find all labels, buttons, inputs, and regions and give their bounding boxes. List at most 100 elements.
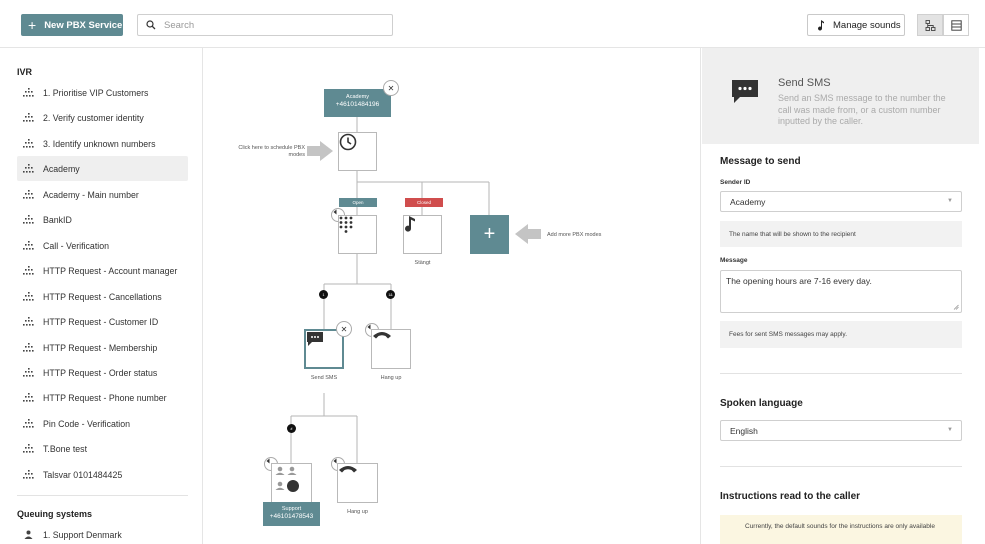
- spoken-language-heading: Spoken language: [720, 398, 803, 409]
- sidebar-item[interactable]: Call - Verification: [17, 233, 188, 258]
- send-sms-caption: Send SMS: [310, 375, 338, 381]
- sidebar-item[interactable]: 1. Prioritise VIP Customers: [17, 80, 188, 105]
- message-value: The opening hours are 7-16 every day.: [726, 276, 872, 286]
- sidebar: IVR 1. Prioritise VIP Customers 2. Verif…: [0, 48, 203, 544]
- key-badge: #: [287, 424, 296, 433]
- hang-up-caption-2: Hang up: [347, 509, 368, 515]
- hang-up-caption: Hang up: [380, 375, 402, 381]
- sidebar-item[interactable]: Pin Code - Verification: [17, 411, 188, 436]
- sidebar-item-label: Pin Code - Verification: [43, 418, 131, 429]
- sender-id-select[interactable]: Academy ▼: [720, 191, 962, 212]
- spoken-language-select[interactable]: English ▼: [720, 420, 962, 441]
- tree-view-icon: [925, 19, 935, 31]
- ivr-icon: [23, 265, 35, 276]
- ivr-icon: [23, 392, 35, 403]
- sidebar-item[interactable]: HTTP Request - Order status: [17, 360, 188, 385]
- sidebar-item[interactable]: Academy - Main number: [17, 182, 188, 207]
- list-view-button[interactable]: [943, 14, 969, 36]
- sidebar-item[interactable]: HTTP Request - Account manager: [17, 258, 188, 283]
- key-badge: 1: [319, 290, 328, 299]
- support-queue-number: +46101478543: [269, 513, 314, 521]
- panel-header: Send SMS Send an SMS message to the numb…: [702, 48, 979, 144]
- hang-up-icon: [373, 332, 391, 339]
- view-toggle: [917, 14, 969, 36]
- hang-up-node[interactable]: [371, 329, 411, 369]
- sender-id-value: Academy: [730, 196, 766, 207]
- closed-node-caption: Stängt: [414, 260, 431, 266]
- new-pbx-service-label: New PBX Service: [44, 19, 123, 31]
- properties-panel: Send SMS Send an SMS message to the numb…: [700, 48, 985, 544]
- sidebar-item[interactable]: HTTP Request - Phone number: [17, 385, 188, 410]
- panel-divider: [720, 373, 962, 374]
- ivr-icon: [23, 87, 35, 98]
- sidebar-item-queue[interactable]: 1. Support Denmark: [17, 522, 188, 544]
- sidebar-item-label: HTTP Request - Cancellations: [43, 291, 162, 302]
- academy-root-node[interactable]: Academy +46101484196: [324, 89, 391, 117]
- sms-icon: [732, 80, 758, 103]
- list-view-icon: [950, 19, 962, 31]
- queue-node[interactable]: +2: [271, 463, 312, 503]
- sidebar-item[interactable]: T.Bone test: [17, 436, 188, 461]
- sidebar-item-label: Academy - Main number: [43, 189, 139, 200]
- ivr-icon: [23, 138, 35, 149]
- tree-view-button[interactable]: [917, 14, 943, 36]
- search-box: [137, 14, 393, 36]
- closed-sound-node[interactable]: [403, 215, 442, 254]
- sidebar-item[interactable]: HTTP Request - Membership: [17, 335, 188, 360]
- close-icon[interactable]: ✕: [336, 321, 352, 337]
- key-badge: 1&: [386, 290, 395, 299]
- add-pbx-mode-button[interactable]: +: [470, 215, 509, 254]
- chevron-down-icon: ▼: [947, 427, 953, 433]
- hang-up-node-2[interactable]: [337, 463, 378, 503]
- agents-icon: [275, 466, 299, 492]
- ivr-icon: [23, 240, 35, 251]
- resize-handle-icon[interactable]: [953, 304, 959, 310]
- agents-count-badge: +2: [295, 491, 302, 497]
- dialpad-icon: [339, 216, 353, 233]
- sidebar-item[interactable]: HTTP Request - Cancellations: [17, 284, 188, 309]
- plus-icon: +: [483, 223, 496, 245]
- top-bar: + New PBX Service Manage sounds: [0, 0, 985, 48]
- ivr-icon: [23, 291, 35, 302]
- sidebar-item-label: HTTP Request - Customer ID: [43, 316, 159, 327]
- sidebar-item-label: HTTP Request - Order status: [43, 367, 158, 378]
- flow-canvas: Academy +46101484196 ✕ Click here to sch…: [203, 48, 700, 544]
- sidebar-item[interactable]: HTTP Request - Customer ID: [17, 309, 188, 334]
- sidebar-item[interactable]: Talsvar 0101484425: [17, 462, 188, 487]
- sidebar-item-label: 1. Support Denmark: [43, 529, 122, 540]
- spoken-language-value: English: [730, 425, 758, 436]
- ivr-icon: [23, 469, 35, 480]
- schedule-hint: Click here to schedule PBX modes: [238, 145, 305, 159]
- ivr-icon: [23, 418, 35, 429]
- chevron-down-icon: ▼: [947, 198, 953, 204]
- sms-icon: [307, 332, 323, 346]
- ivr-icon: [23, 214, 35, 225]
- closed-mode-tag: Closed: [405, 198, 443, 207]
- keypad-menu-node[interactable]: [338, 215, 377, 254]
- panel-title: Send SMS: [778, 77, 831, 89]
- sidebar-item[interactable]: 3. Identify unknown numbers: [17, 131, 188, 156]
- sidebar-item-label: Talsvar 0101484425: [43, 469, 123, 480]
- sidebar-item[interactable]: 2. Verify customer identity: [17, 105, 188, 130]
- schedule-node[interactable]: [338, 132, 377, 171]
- sidebar-item-active[interactable]: Academy: [17, 156, 188, 181]
- new-pbx-service-button[interactable]: + New PBX Service: [21, 14, 123, 36]
- music-note-icon: [405, 216, 415, 232]
- academy-node-number: +46101484196: [335, 101, 380, 109]
- support-queue-name: Support: [281, 506, 302, 512]
- support-queue-label[interactable]: Support +46101478543: [263, 502, 320, 526]
- instructions-notice: Currently, the default sounds for the in…: [720, 515, 962, 544]
- sidebar-item[interactable]: BankID: [17, 207, 188, 232]
- academy-node-name: Academy: [346, 94, 369, 100]
- hint-arrow-icon: [307, 141, 333, 161]
- users-icon: [23, 530, 35, 540]
- manage-sounds-button[interactable]: Manage sounds: [807, 14, 905, 36]
- search-input[interactable]: [164, 19, 384, 31]
- ivr-section-title: IVR: [17, 67, 33, 77]
- panel-description: Send an SMS message to the number the ca…: [778, 93, 946, 127]
- message-textarea[interactable]: The opening hours are 7-16 every day.: [720, 270, 962, 313]
- message-heading: Message to send: [720, 156, 801, 167]
- open-mode-tag: Open: [339, 198, 377, 207]
- close-icon[interactable]: ✕: [383, 80, 399, 96]
- instructions-heading: Instructions read to the caller: [720, 491, 861, 502]
